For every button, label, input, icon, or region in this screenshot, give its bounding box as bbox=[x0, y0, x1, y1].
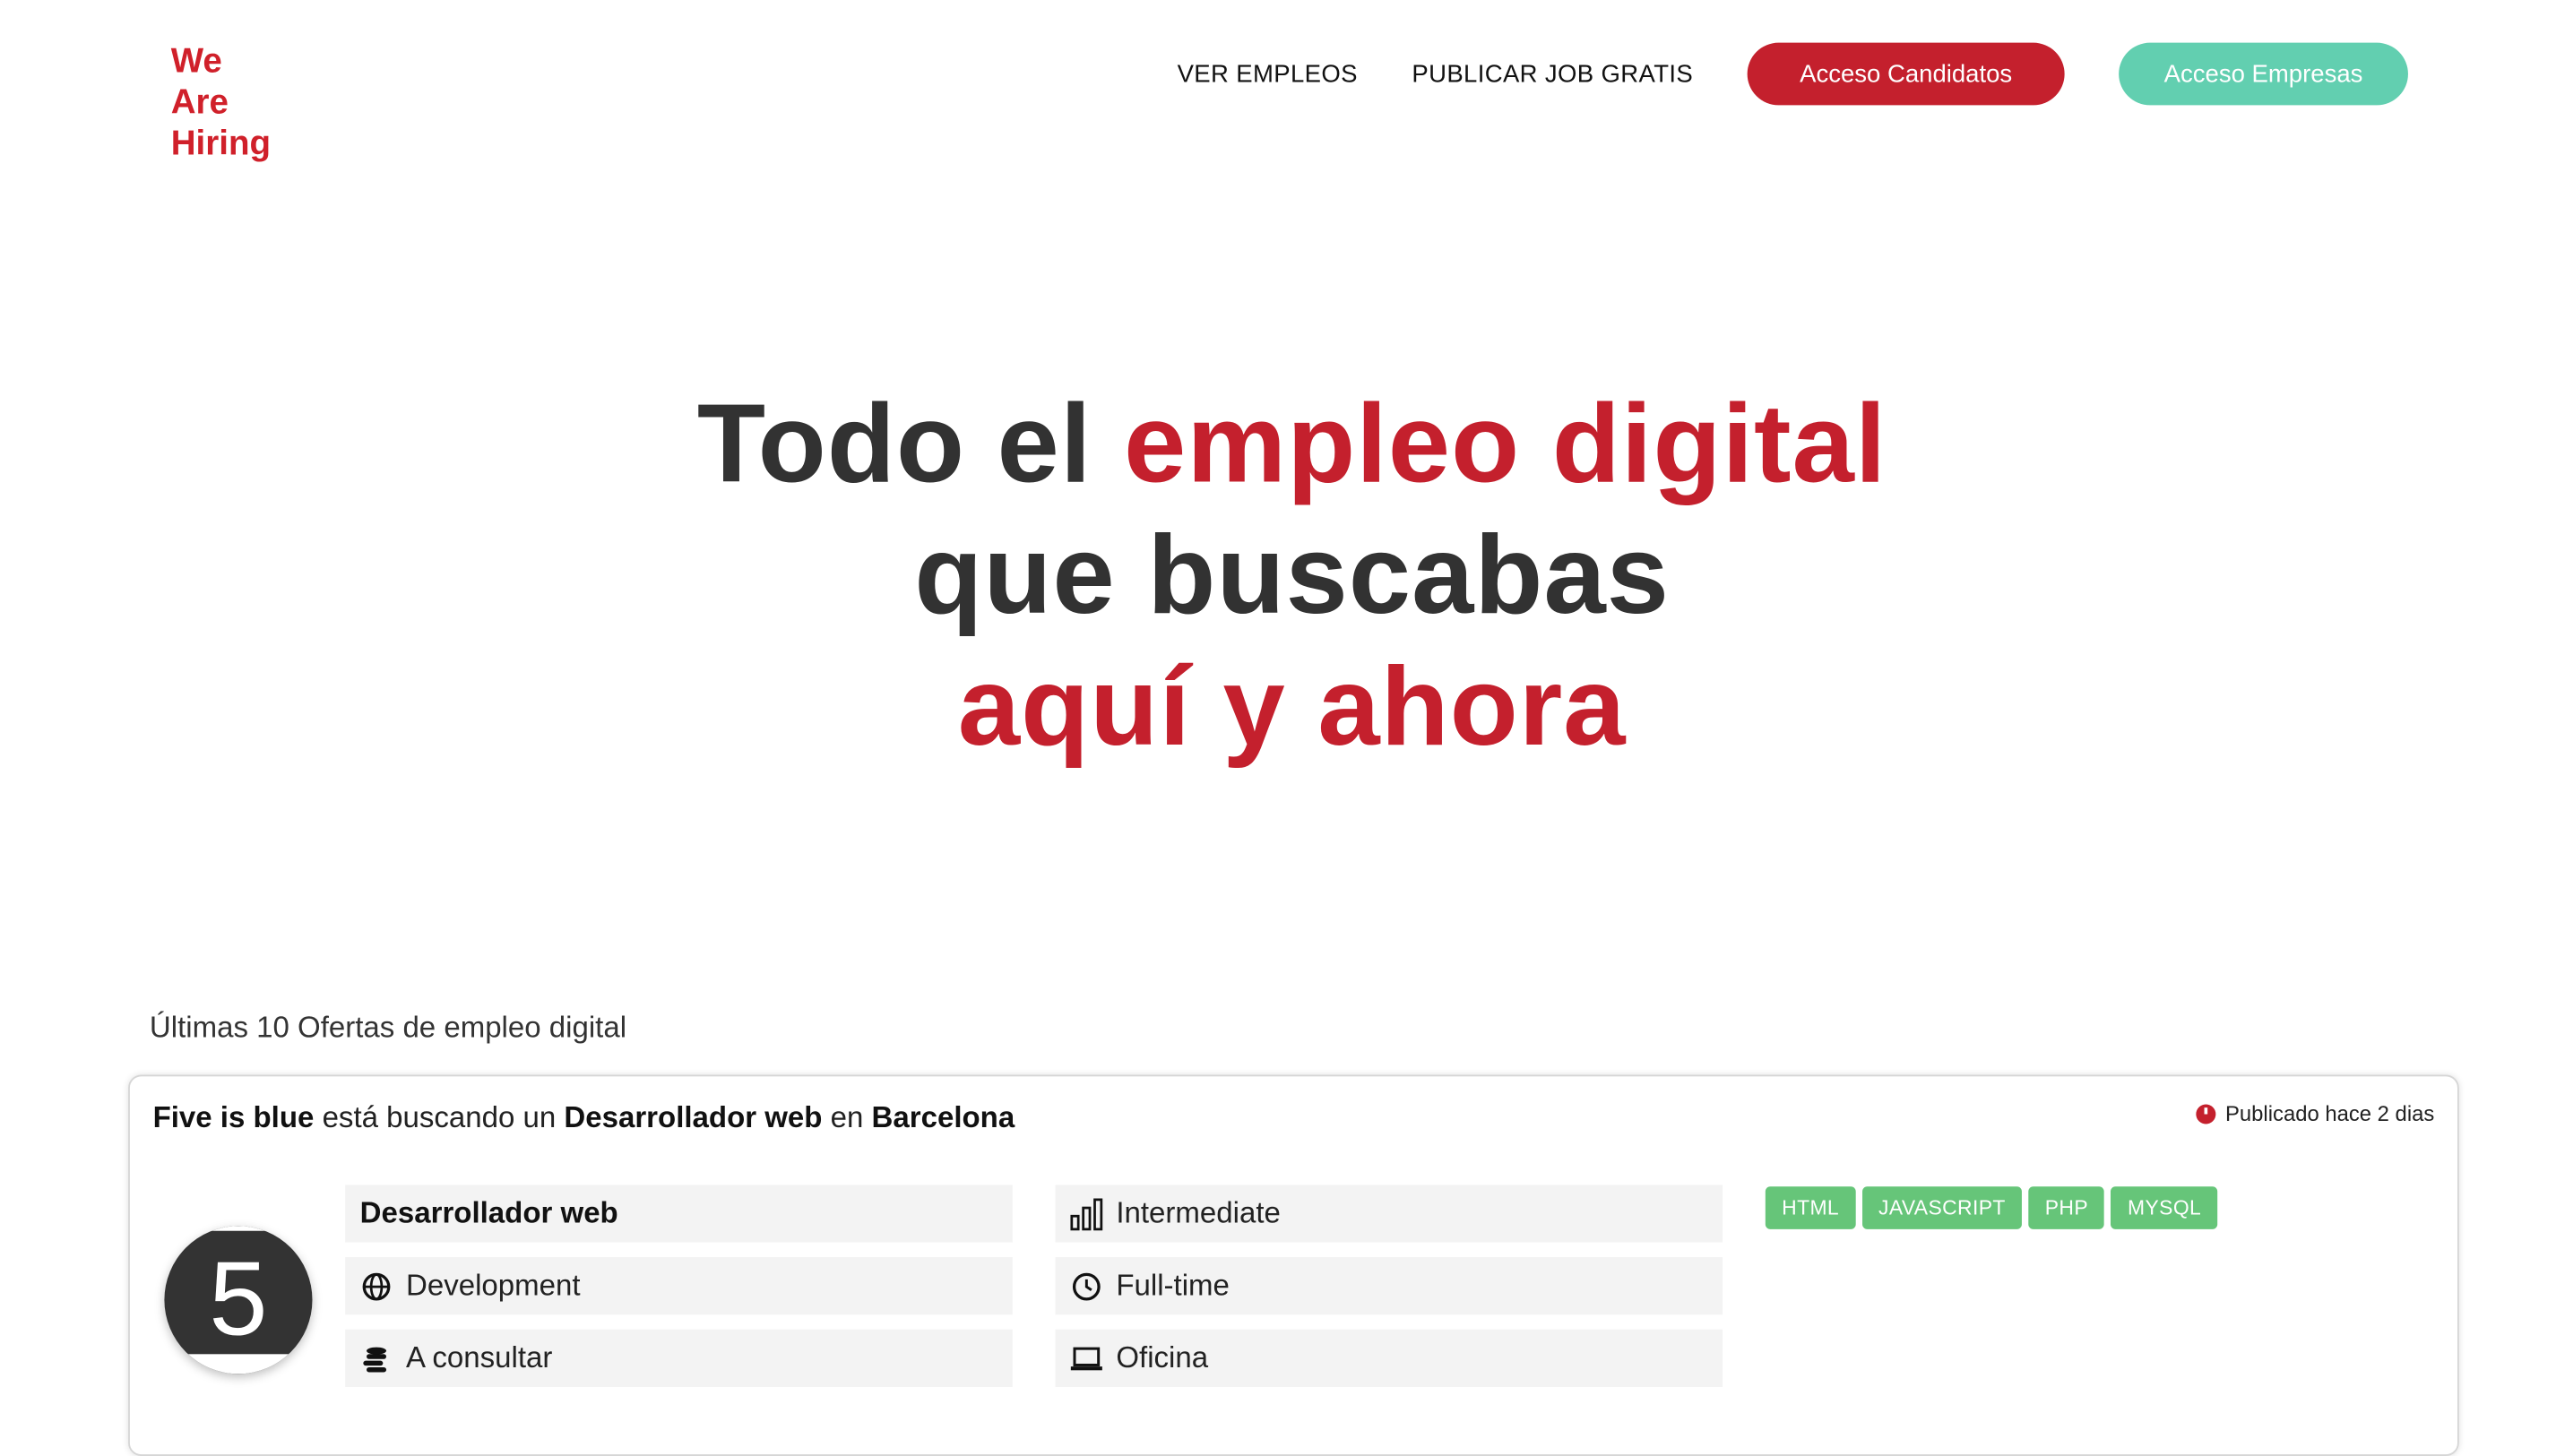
skill-tag[interactable]: PHP bbox=[2028, 1186, 2105, 1229]
skill-tags: HTML JAVASCRIPT PHP MYSQL bbox=[1765, 1186, 2224, 1229]
job-category-field: Development bbox=[345, 1257, 1013, 1315]
job-connector-2: en bbox=[822, 1100, 872, 1134]
job-salary-value: A consultar bbox=[406, 1340, 553, 1374]
job-schedule-value: Full-time bbox=[1116, 1268, 1230, 1302]
skill-tag[interactable]: JAVASCRIPT bbox=[1861, 1186, 2023, 1229]
clock-icon bbox=[2195, 1103, 2215, 1124]
job-card[interactable]: Five is blue está buscando un Desarrolla… bbox=[128, 1074, 2459, 1456]
skill-tag[interactable]: HTML bbox=[1765, 1186, 1856, 1229]
hero-line-1-accent: empleo digital bbox=[1123, 381, 1887, 506]
logo-line-1: We bbox=[170, 42, 222, 81]
company-logo[interactable]: 5 bbox=[164, 1226, 313, 1374]
job-salary-field: A consultar bbox=[345, 1329, 1013, 1387]
latest-jobs-title: Últimas 10 Ofertas de empleo digital bbox=[149, 1010, 627, 1044]
company-logo-number: 5 bbox=[209, 1238, 268, 1357]
skill-tag[interactable]: MYSQL bbox=[2111, 1186, 2218, 1229]
hero-line-3: aquí y ahora bbox=[957, 643, 1627, 770]
job-level-value: Intermediate bbox=[1116, 1196, 1281, 1229]
clock-icon bbox=[1070, 1270, 1103, 1303]
job-schedule-field: Full-time bbox=[1055, 1257, 1723, 1315]
candidates-login-button[interactable]: Acceso Candidatos bbox=[1747, 42, 2065, 106]
hero-line-1-dark: Todo el bbox=[696, 381, 1124, 506]
published-date: Publicado hace 2 dias bbox=[2195, 1100, 2435, 1126]
nav-link-publicar-job[interactable]: PUBLICAR JOB GRATIS bbox=[1412, 60, 1693, 88]
job-category-value: Development bbox=[406, 1268, 581, 1302]
logo-line-3: Hiring bbox=[170, 125, 272, 163]
job-workplace-field: Oficina bbox=[1055, 1329, 1723, 1387]
job-role[interactable]: Desarrollador web bbox=[564, 1101, 822, 1134]
coins-icon bbox=[360, 1342, 393, 1375]
job-workplace-value: Oficina bbox=[1116, 1340, 1209, 1374]
nav-link-ver-empleos[interactable]: VER EMPLEOS bbox=[1178, 60, 1358, 88]
job-connector-1: está buscando un bbox=[314, 1100, 565, 1134]
job-company[interactable]: Five is blue bbox=[153, 1101, 315, 1134]
site-logo[interactable]: We Are Hiring bbox=[171, 41, 271, 165]
job-level-field: Intermediate bbox=[1055, 1185, 1723, 1243]
logo-line-2: Are bbox=[170, 83, 229, 122]
hero-line-2: que buscabas bbox=[914, 513, 1670, 638]
hero-line-1: Todo el empleo digital bbox=[0, 378, 2556, 510]
job-city: Barcelona bbox=[871, 1100, 1015, 1134]
laptop-icon bbox=[1070, 1342, 1103, 1375]
hero-heading: Todo el empleo digital que buscabas aquí… bbox=[0, 378, 2556, 772]
job-title-value: Desarrollador web bbox=[359, 1196, 618, 1229]
page: We Are Hiring VER EMPLEOS PUBLICAR JOB G… bbox=[0, 0, 2556, 1456]
globe-icon bbox=[360, 1270, 393, 1303]
companies-login-button[interactable]: Acceso Empresas bbox=[2119, 42, 2408, 106]
bar-chart-icon bbox=[1070, 1197, 1103, 1230]
company-logo-bottom-band bbox=[164, 1354, 313, 1374]
published-label: Publicado hace 2 dias bbox=[2224, 1100, 2435, 1126]
main-nav: VER EMPLEOS PUBLICAR JOB GRATIS Acceso C… bbox=[1178, 42, 2408, 106]
job-title-field: Desarrollador web bbox=[345, 1185, 1013, 1243]
job-card-headline: Five is blue está buscando un Desarrolla… bbox=[153, 1101, 1015, 1136]
